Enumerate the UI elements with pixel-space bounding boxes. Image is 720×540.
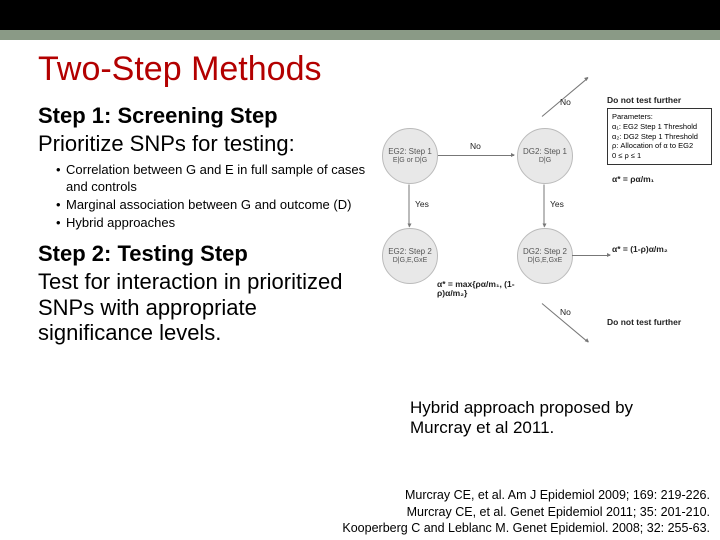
label-no: No bbox=[470, 142, 481, 151]
ref-line: Murcray CE, et al. Am J Epidemiol 2009; … bbox=[342, 487, 710, 503]
node-label: EG2: Step 1 bbox=[388, 148, 432, 157]
param-line: 0 ≤ ρ ≤ 1 bbox=[612, 151, 707, 161]
label-no: No bbox=[560, 308, 571, 317]
references: Murcray CE, et al. Am J Epidemiol 2009; … bbox=[342, 487, 710, 536]
list-item: Correlation between G and E in full samp… bbox=[56, 162, 368, 195]
param-line: Parameters: bbox=[612, 112, 707, 122]
label-alpha3: α* = max{ρα/m₁, (1-ρ)α/m₂} bbox=[437, 280, 527, 299]
node-eg2-step2: EG2: Step 2 D|G,E,GxE bbox=[382, 228, 438, 284]
label-dnt: Do not test further bbox=[607, 318, 681, 327]
label-alpha1: α* = ρα/m₁ bbox=[612, 175, 654, 184]
diagram-caption: Hybrid approach proposed by Murcray et a… bbox=[410, 398, 690, 439]
node-sub: D|G,E,GxE bbox=[388, 257, 432, 265]
list-item: Marginal association between G and outco… bbox=[56, 197, 368, 213]
step1-bullets: Correlation between G and E in full samp… bbox=[56, 162, 368, 231]
label-alpha2: α* = (1-ρ)α/m₂ bbox=[612, 245, 712, 254]
step1-heading: Step 1: Screening Step bbox=[38, 103, 368, 129]
node-label: DG2: Step 2 bbox=[523, 248, 567, 257]
step2-lead: Test for interaction in prioritized SNPs… bbox=[38, 269, 348, 345]
list-item: Hybrid approaches bbox=[56, 215, 368, 231]
arrow bbox=[438, 155, 514, 156]
top-black-bar bbox=[0, 0, 720, 30]
flow-diagram: Parameters: α₁: EG2 Step 1 Threshold α₂:… bbox=[382, 108, 712, 323]
node-dg2-step1: DG2: Step 1 D|G bbox=[517, 128, 573, 184]
node-sub: D|G,E,GxE bbox=[523, 257, 567, 265]
node-sub: D|G bbox=[523, 157, 567, 165]
arrow bbox=[572, 255, 610, 256]
arrow bbox=[544, 185, 545, 227]
node-eg2-step1: EG2: Step 1 E|G or D|G bbox=[382, 128, 438, 184]
ref-line: Kooperberg C and Leblanc M. Genet Epidem… bbox=[342, 520, 710, 536]
slide-title: Two-Step Methods bbox=[38, 50, 692, 89]
left-column: Step 1: Screening Step Prioritize SNPs f… bbox=[38, 103, 368, 345]
node-dg2-step2: DG2: Step 2 D|G,E,GxE bbox=[517, 228, 573, 284]
param-line: α₁: EG2 Step 1 Threshold bbox=[612, 122, 707, 132]
node-label: EG2: Step 2 bbox=[388, 248, 432, 257]
label-yes: Yes bbox=[415, 200, 429, 209]
label-dnt: Do not test further bbox=[607, 96, 681, 105]
param-line: α₂: DG2 Step 1 Threshold bbox=[612, 132, 707, 142]
node-sub: E|G or D|G bbox=[388, 157, 432, 165]
param-line: ρ: Allocation of α to EG2 bbox=[612, 141, 707, 151]
ref-line: Murcray CE, et al. Genet Epidemiol 2011;… bbox=[342, 504, 710, 520]
top-accent-bar bbox=[0, 30, 720, 40]
label-yes: Yes bbox=[550, 200, 564, 209]
node-label: DG2: Step 1 bbox=[523, 148, 567, 157]
parameters-box: Parameters: α₁: EG2 Step 1 Threshold α₂:… bbox=[607, 108, 712, 165]
label-no: No bbox=[560, 98, 571, 107]
step2-heading: Step 2: Testing Step bbox=[38, 241, 368, 267]
arrow bbox=[409, 185, 410, 227]
step1-lead: Prioritize SNPs for testing: bbox=[38, 131, 368, 156]
